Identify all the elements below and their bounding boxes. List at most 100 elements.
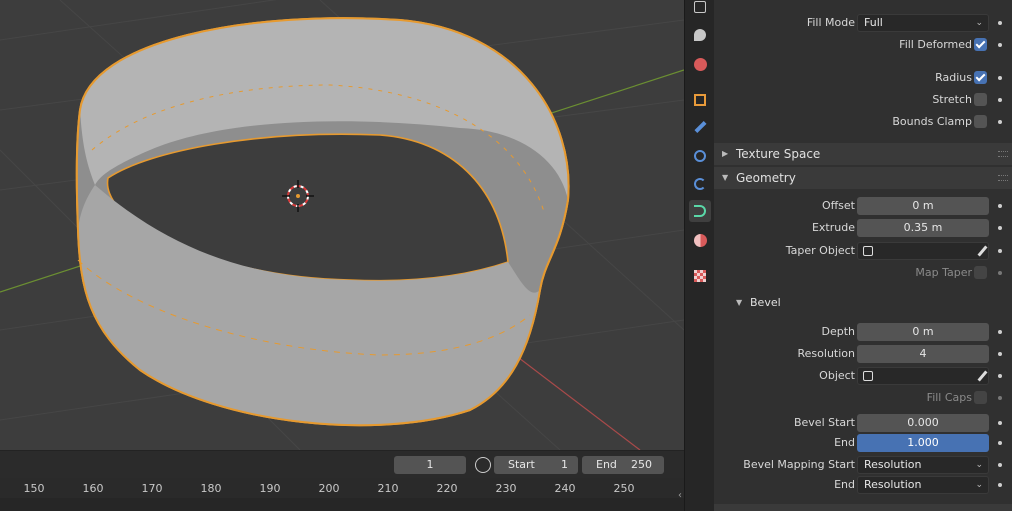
drag-grip-icon[interactable] xyxy=(998,151,1008,157)
offset-field[interactable]: 0 m xyxy=(857,197,989,215)
tick-label: 200 xyxy=(318,482,340,495)
bevel-mapping-end-row: End Resolution ⌄ xyxy=(714,475,1012,495)
start-label: Start xyxy=(508,458,535,471)
keyframe-dot-icon[interactable] xyxy=(998,120,1002,124)
bevel-start-field[interactable]: 0.000 xyxy=(857,414,989,432)
properties-panel: Fill Mode Full ⌄ Fill Deformed Radius St… xyxy=(714,0,1012,511)
radius-row: Radius xyxy=(714,68,1012,88)
fill-mode-row: Fill Mode Full ⌄ xyxy=(714,13,1012,33)
fill-mode-value: Full xyxy=(864,16,883,29)
object-selector-icon xyxy=(863,246,873,256)
bevel-object-field[interactable] xyxy=(857,367,989,385)
fill-mode-dropdown[interactable]: Full ⌄ xyxy=(857,14,989,32)
extrude-row: Extrude 0.35 m xyxy=(714,218,1012,238)
keyframe-dot-icon[interactable] xyxy=(998,204,1002,208)
bevel-end-field[interactable]: 1.000 xyxy=(857,434,989,452)
eyedropper-icon[interactable] xyxy=(977,245,988,257)
keyframe-dot-icon[interactable] xyxy=(998,374,1002,378)
map-taper-checkbox[interactable] xyxy=(974,266,987,279)
timeline-ruler[interactable]: 150 160 170 180 190 200 210 220 230 240 … xyxy=(0,478,684,511)
depth-label: Depth xyxy=(821,325,855,338)
chevron-right-icon: ▶ xyxy=(722,149,729,158)
curve-data-icon xyxy=(694,205,706,217)
properties-tabs xyxy=(684,0,714,511)
geometry-title: Geometry xyxy=(736,171,796,185)
depth-row: Depth 0 m xyxy=(714,322,1012,342)
keyframe-dot-icon[interactable] xyxy=(998,352,1002,356)
extrude-field[interactable]: 0.35 m xyxy=(857,219,989,237)
tab-modifiers[interactable] xyxy=(689,116,711,138)
eyedropper-icon[interactable] xyxy=(977,370,988,382)
drag-grip-icon[interactable] xyxy=(998,175,1008,181)
keyframe-dot-icon[interactable] xyxy=(998,76,1002,80)
keyframe-dot-icon[interactable] xyxy=(998,483,1002,487)
keyframe-dot-icon[interactable] xyxy=(998,43,1002,47)
tab-object[interactable] xyxy=(689,89,711,111)
bevel-end-row: End 1.000 xyxy=(714,433,1012,453)
texture-space-panel-header[interactable]: ▶ Texture Space xyxy=(714,143,1012,165)
keyframe-dot-icon[interactable] xyxy=(998,98,1002,102)
tick-label: 240 xyxy=(554,482,576,495)
radius-checkbox[interactable] xyxy=(974,71,987,84)
bevel-start-label: Bevel Start xyxy=(793,416,855,429)
bevel-mapping-end-dropdown[interactable]: Resolution ⌄ xyxy=(857,476,989,494)
bevel-mapping-start-value: Resolution xyxy=(864,458,922,471)
bevel-mapping-start-label: Bevel Mapping Start xyxy=(743,458,855,471)
keyframe-dot-icon[interactable] xyxy=(998,421,1002,425)
bevel-object-row: Object xyxy=(714,366,1012,386)
keyframe-dot-icon[interactable] xyxy=(998,21,1002,25)
world-icon xyxy=(693,57,707,71)
geometry-panel-header[interactable]: ▼ Geometry xyxy=(714,167,1012,189)
chevron-left-icon[interactable]: ‹ xyxy=(678,490,682,501)
tab-particles[interactable] xyxy=(689,145,711,167)
tab-physics[interactable] xyxy=(689,173,711,195)
keyframe-dot-icon[interactable] xyxy=(998,396,1002,400)
resolution-field[interactable]: 4 xyxy=(857,345,989,363)
bevel-mapping-start-row: Bevel Mapping Start Resolution ⌄ xyxy=(714,455,1012,475)
bounds-clamp-label: Bounds Clamp xyxy=(892,115,972,128)
keyframe-dot-icon[interactable] xyxy=(998,249,1002,253)
object-icon xyxy=(694,94,706,106)
fill-caps-checkbox[interactable] xyxy=(974,391,987,404)
tick-label: 230 xyxy=(495,482,517,495)
tick-label: 170 xyxy=(141,482,163,495)
tab-render[interactable] xyxy=(689,0,711,18)
bevel-title: Bevel xyxy=(750,296,781,309)
end-frame-field[interactable]: End 250 xyxy=(582,456,664,474)
taper-object-label: Taper Object xyxy=(785,244,855,257)
tab-world[interactable] xyxy=(689,53,711,75)
tab-curve-data[interactable] xyxy=(689,200,711,222)
fill-mode-label: Fill Mode xyxy=(806,16,855,29)
start-value: 1 xyxy=(561,458,568,471)
keyframe-dot-icon[interactable] xyxy=(998,463,1002,467)
tick-label: 220 xyxy=(436,482,458,495)
start-frame-field[interactable]: Start 1 xyxy=(494,456,578,474)
tab-material[interactable] xyxy=(689,229,711,251)
keyframe-dot-icon[interactable] xyxy=(998,330,1002,334)
chevron-down-icon: ▼ xyxy=(722,173,729,182)
stretch-label: Stretch xyxy=(932,93,972,106)
current-frame-field[interactable]: 1 xyxy=(394,456,466,474)
next-panel-header-edge xyxy=(714,504,1012,511)
tick-label: 190 xyxy=(259,482,281,495)
resolution-label: Resolution xyxy=(797,347,855,360)
keyframe-dot-icon[interactable] xyxy=(998,441,1002,445)
keyframe-dot-icon[interactable] xyxy=(998,271,1002,275)
depth-field[interactable]: 0 m xyxy=(857,323,989,341)
texture-icon xyxy=(694,270,706,282)
offset-label: Offset xyxy=(821,199,855,212)
fill-deformed-checkbox[interactable] xyxy=(974,38,987,51)
bevel-mapping-end-value: Resolution xyxy=(864,478,922,491)
taper-object-field[interactable] xyxy=(857,242,989,260)
3d-viewport[interactable] xyxy=(0,0,684,450)
stretch-checkbox[interactable] xyxy=(974,93,987,106)
stopwatch-icon[interactable] xyxy=(475,457,491,473)
keyframe-dot-icon[interactable] xyxy=(998,226,1002,230)
bevel-subpanel-header[interactable]: ▼ Bevel xyxy=(714,292,1012,314)
tab-scene[interactable] xyxy=(689,24,711,46)
bevel-mapping-start-dropdown[interactable]: Resolution ⌄ xyxy=(857,456,989,474)
end-value: 250 xyxy=(631,458,652,471)
bounds-clamp-checkbox[interactable] xyxy=(974,115,987,128)
stretch-row: Stretch xyxy=(714,90,1012,110)
tab-texture[interactable] xyxy=(689,265,711,287)
